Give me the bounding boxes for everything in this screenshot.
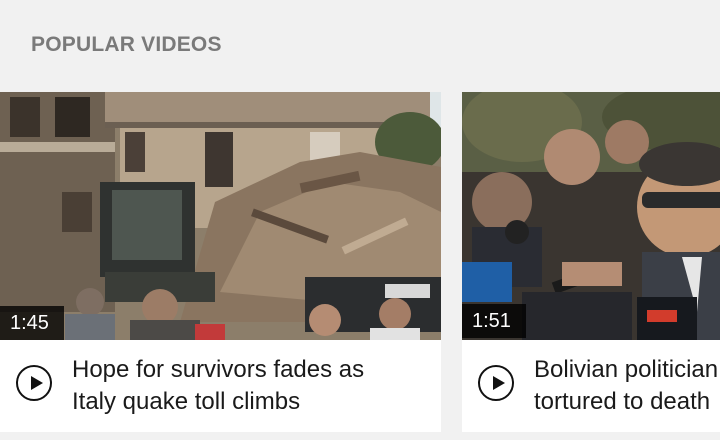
video-thumbnail[interactable]: 1:45 [0, 92, 441, 340]
video-duration: 1:51 [462, 304, 526, 338]
play-circle-icon[interactable] [478, 365, 514, 401]
play-circle-icon[interactable] [16, 365, 52, 401]
section-title: POPULAR VIDEOS [31, 33, 222, 56]
video-carousel[interactable]: 1:45 Hope for survivors fades as Italy q… [0, 92, 720, 432]
video-headline[interactable]: Bolivian politician tortured to death [534, 354, 720, 418]
video-card[interactable]: 1:51 Bolivian politician tortured to dea… [462, 92, 720, 432]
video-duration: 1:45 [0, 306, 64, 340]
video-thumbnail[interactable]: 1:51 [462, 92, 720, 340]
video-card[interactable]: 1:45 Hope for survivors fades as Italy q… [0, 92, 441, 432]
video-headline[interactable]: Hope for survivors fades as Italy quake … [72, 354, 432, 418]
